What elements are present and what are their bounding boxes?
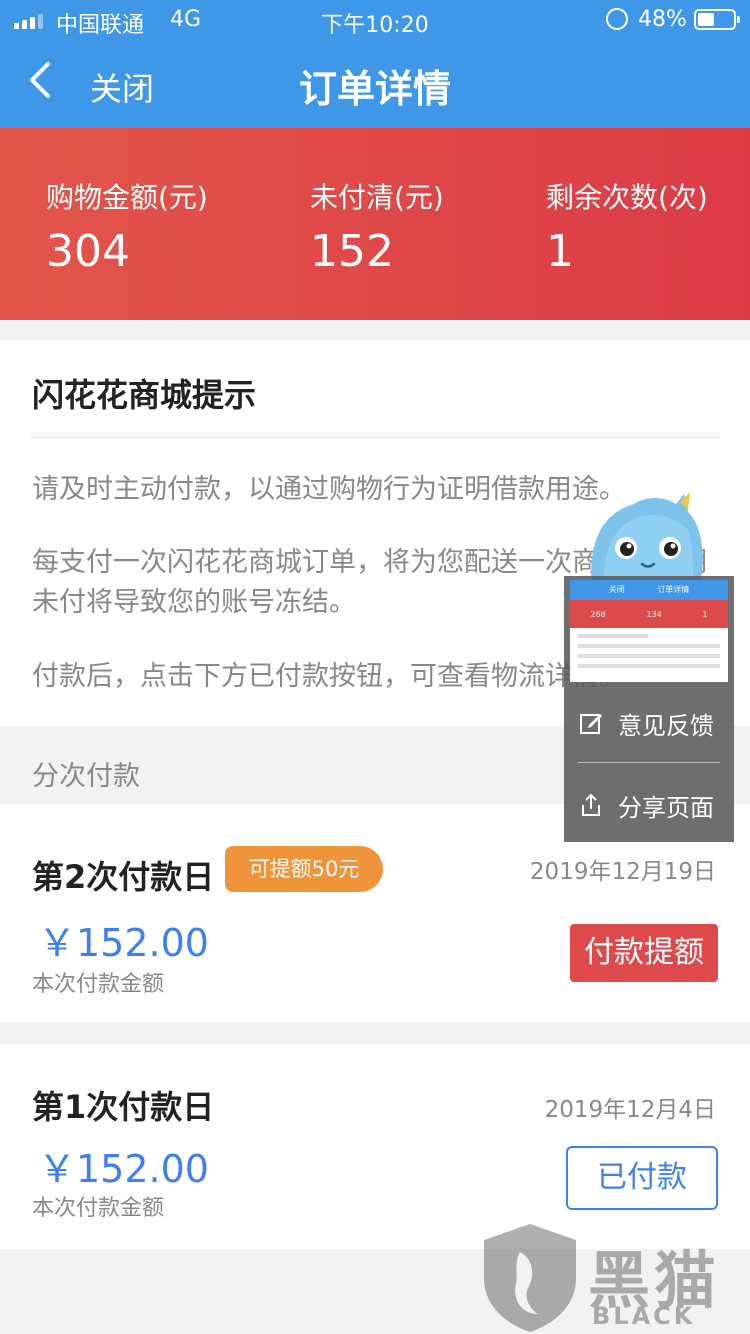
summary-total-value: 304 [46, 226, 130, 277]
thumbnail-title: 关闭 订单详情 [570, 580, 728, 600]
thumbnail-line [578, 644, 720, 648]
watermark-subtext: BLACK CAT [592, 1302, 696, 1334]
edit-icon [580, 714, 602, 734]
battery-level [698, 13, 714, 26]
feedback-label: 意见反馈 [618, 711, 714, 740]
installment-title: 第2次付款日 [32, 858, 215, 896]
installment-date: 2019年12月4日 [544, 1097, 716, 1123]
mascot-icon[interactable] [584, 490, 708, 586]
paid-button[interactable]: 已付款 [566, 1146, 718, 1210]
installment-amount-label: 本次付款金额 [32, 972, 165, 997]
divider [30, 437, 720, 438]
installment-amount: ￥152.00 [38, 1147, 209, 1191]
limit-boost-badge: 可提额50元 [225, 846, 383, 892]
order-summary: 购物金额(元) 304 未付清(元) 152 剩余次数(次) 1 [0, 128, 750, 320]
installment-card: 第1次付款日 2019年12月4日 ￥152.00 本次付款金额 已付款 [0, 1044, 750, 1249]
top-bar: 中国联通 4G 下午10:20 48% 关闭 订单详情 [0, 0, 750, 128]
summary-remaining: 剩余次数(次) 1 [546, 176, 708, 277]
thumbnail-title-text: 订单详情 [657, 585, 690, 594]
share-icon [582, 793, 600, 816]
feedback-button[interactable]: 意见反馈 [578, 698, 720, 748]
summary-remaining-value: 1 [546, 226, 574, 277]
battery-icon [694, 9, 740, 30]
installment-amount-label: 本次付款金额 [32, 1196, 165, 1221]
notice-title: 闪花花商城提示 [32, 376, 257, 414]
feedback-panel: 关闭 订单详情 268 134 1 意见反馈 分享页面 [564, 576, 734, 842]
thumbnail-value: 134 [646, 609, 662, 619]
summary-unpaid: 未付清(元) 152 [310, 176, 444, 277]
thumbnail-value: 1 [702, 609, 708, 619]
installment-amount: ￥152.00 [38, 921, 209, 965]
page-title: 订单详情 [298, 67, 451, 111]
summary-total: 购物金额(元) 304 [46, 176, 208, 277]
divider [578, 762, 720, 763]
thumbnail-line [578, 634, 648, 638]
battery-percent: 48% [638, 7, 687, 32]
thumbnail-value: 268 [590, 609, 606, 619]
share-page-button[interactable]: 分享页面 [578, 780, 720, 830]
installment-title: 第1次付款日 [32, 1088, 215, 1126]
summary-unpaid-label: 未付清(元) [310, 181, 444, 214]
summary-unpaid-value: 152 [310, 226, 394, 277]
thumbnail-line [578, 654, 720, 658]
thumbnail-line [578, 664, 720, 668]
summary-total-label: 购物金额(元) [46, 181, 208, 214]
black-cat-watermark: 黑猫 BLACK CAT [480, 1222, 750, 1334]
installment-date: 2019年12月19日 [529, 859, 716, 885]
cat-shield-icon [484, 1224, 576, 1332]
alarm-icon [606, 8, 628, 30]
page-thumbnail[interactable]: 关闭 订单详情 268 134 1 [570, 580, 728, 682]
pay-boost-button[interactable]: 付款提额 [570, 924, 718, 982]
status-bar: 中国联通 4G 下午10:20 48% [0, 0, 750, 40]
section-label-installments: 分次付款 [32, 761, 140, 792]
thumbnail-back-label: 关闭 [608, 585, 625, 594]
share-page-label: 分享页面 [618, 793, 714, 822]
thumbnail-summary: 268 134 1 [570, 600, 728, 628]
summary-remaining-label: 剩余次数(次) [546, 181, 708, 214]
